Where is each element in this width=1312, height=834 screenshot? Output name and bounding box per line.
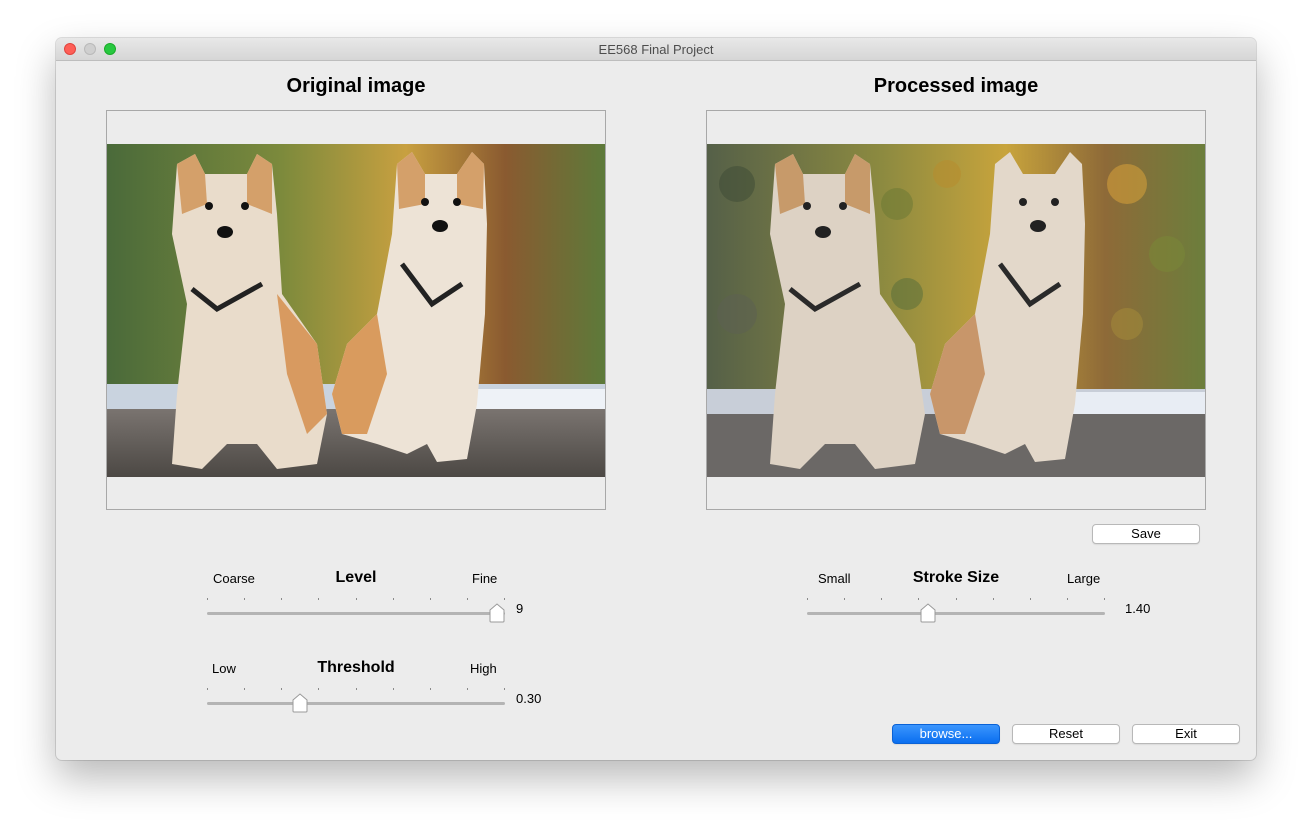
stroke-size-title: Stroke Size — [912, 569, 1000, 586]
level-value: 9 — [516, 601, 524, 616]
slider-tick — [281, 688, 282, 690]
slider-tick — [393, 688, 394, 690]
stroke-size-value: 1.40 — [1125, 601, 1151, 616]
slider-tick — [207, 598, 208, 600]
slider-tick — [504, 688, 505, 690]
slider-tick — [956, 598, 957, 600]
original-image — [107, 144, 605, 477]
save-button[interactable]: Save — [1092, 524, 1200, 544]
slider-tick — [318, 688, 319, 690]
slider-tick — [393, 598, 394, 600]
slider-tick — [430, 598, 431, 600]
slider-tick — [244, 598, 245, 600]
level-slider[interactable] — [207, 598, 505, 628]
stroke-size-max-label: Large — [1067, 571, 1101, 586]
level-max-label: Fine — [472, 571, 498, 586]
slider-tick — [993, 598, 994, 600]
slider-track[interactable] — [207, 612, 505, 615]
slider-tick — [504, 598, 505, 600]
slider-tick — [207, 688, 208, 690]
exit-button[interactable]: Exit — [1132, 724, 1240, 744]
processed-image — [707, 144, 1205, 477]
level-min-label: Coarse — [213, 571, 255, 586]
original-image-frame — [106, 110, 606, 510]
threshold-title: Threshold — [317, 659, 395, 676]
threshold-slider[interactable] — [207, 688, 505, 718]
threshold-value: 0.30 — [516, 691, 542, 706]
processed-image-title: Processed image — [873, 75, 1039, 97]
reset-button[interactable]: Reset — [1012, 724, 1120, 744]
slider-tick — [467, 688, 468, 690]
slider-tick — [1104, 598, 1105, 600]
slider-track[interactable] — [807, 612, 1105, 615]
window-title: EE568 Final Project — [598, 42, 714, 57]
slider-tick — [467, 598, 468, 600]
app-window: EE568 Final Project Original image Proce… — [56, 38, 1256, 760]
slider-tick — [918, 598, 919, 600]
slider-tick — [244, 688, 245, 690]
slider-tick — [844, 598, 845, 600]
slider-tick — [430, 688, 431, 690]
level-title: Level — [335, 569, 377, 586]
slider-tick — [356, 598, 357, 600]
threshold-min-label: Low — [212, 661, 236, 676]
original-image-title: Original image — [286, 75, 426, 97]
slider-tick — [318, 598, 319, 600]
slider-tick — [1067, 598, 1068, 600]
slider-track[interactable] — [207, 702, 505, 705]
browse-button[interactable]: browse... — [892, 724, 1000, 744]
stroke-size-slider[interactable] — [807, 598, 1105, 628]
slider-thumb[interactable] — [920, 603, 936, 623]
slider-thumb[interactable] — [489, 603, 505, 623]
stroke-size-min-label: Small — [818, 571, 851, 586]
slider-tick — [1030, 598, 1031, 600]
processed-image-frame — [706, 110, 1206, 510]
threshold-max-label: High — [470, 661, 497, 676]
slider-tick — [881, 598, 882, 600]
slider-tick — [356, 688, 357, 690]
slider-tick — [281, 598, 282, 600]
title-bar[interactable]: EE568 Final Project — [56, 38, 1256, 61]
slider-tick — [807, 598, 808, 600]
slider-thumb[interactable] — [292, 693, 308, 713]
